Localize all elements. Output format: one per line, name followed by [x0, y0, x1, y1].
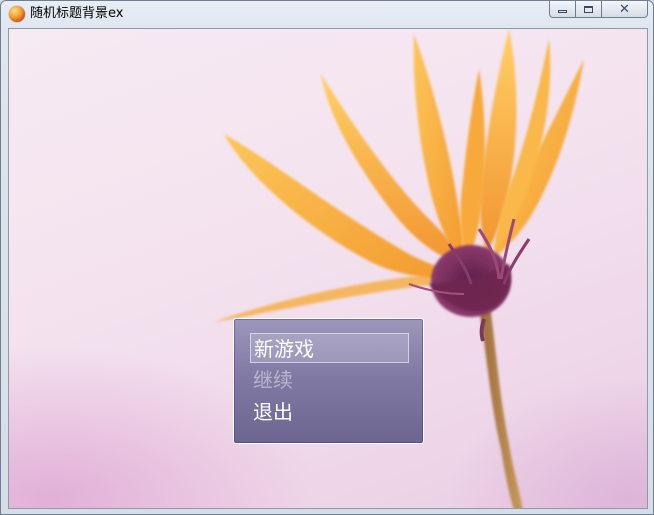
title-command-window: 新游戏 继续 退出	[233, 318, 424, 444]
minimize-button[interactable]	[549, 1, 576, 18]
game-icon	[9, 6, 25, 22]
exit-option[interactable]: 退出	[250, 397, 409, 427]
caption-buttons: ✕	[549, 1, 648, 20]
title-bar[interactable]: 随机标题背景ex ✕	[1, 1, 653, 27]
game-screen: 新游戏 继续 退出	[8, 28, 648, 509]
close-icon: ✕	[619, 1, 630, 17]
maximize-button[interactable]	[576, 1, 602, 18]
new-game-option[interactable]: 新游戏	[250, 333, 409, 363]
window-title: 随机标题背景ex	[30, 6, 124, 21]
maximize-icon	[584, 5, 593, 13]
continue-option[interactable]: 继续	[250, 365, 409, 395]
close-button[interactable]: ✕	[602, 1, 648, 18]
minimize-icon	[558, 10, 567, 13]
app-window: 随机标题背景ex ✕ 新游戏 继续 退出	[0, 0, 654, 515]
